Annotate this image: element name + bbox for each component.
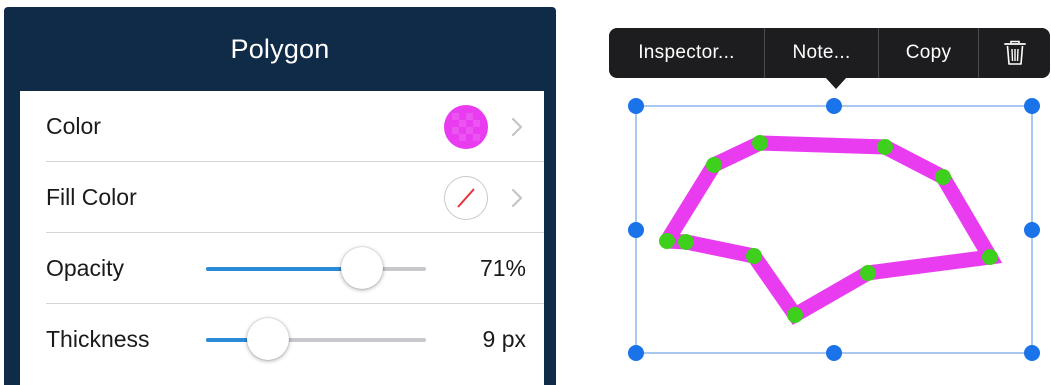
resize-handle-bottom-right[interactable] [1024, 345, 1040, 361]
vertex-handle[interactable] [860, 265, 876, 281]
delete-menu-item[interactable] [979, 28, 1050, 78]
vertex-handle[interactable] [787, 307, 803, 323]
resize-handle-top-right[interactable] [1024, 98, 1040, 114]
inspector-menu-item[interactable]: Inspector... [609, 28, 765, 78]
vertex-handle[interactable] [706, 157, 722, 173]
trash-icon [1003, 40, 1026, 65]
vertex-handle[interactable] [746, 248, 762, 264]
resize-handle-left[interactable] [628, 222, 644, 238]
vertex-handle[interactable] [982, 249, 998, 265]
vertex-handle[interactable] [752, 135, 768, 151]
resize-handle-top-left[interactable] [628, 98, 644, 114]
resize-handle-right[interactable] [1024, 222, 1040, 238]
note-menu-label: Note... [792, 42, 851, 63]
inspector-menu-label: Inspector... [638, 42, 735, 63]
context-menu: Inspector... Note... Copy [609, 28, 1050, 78]
vertex-handle[interactable] [659, 233, 675, 249]
resize-handle-bottom-left[interactable] [628, 345, 644, 361]
resize-handle-bottom[interactable] [826, 345, 842, 361]
vertex-handle[interactable] [877, 139, 893, 155]
resize-handle-top[interactable] [826, 98, 842, 114]
copy-menu-item[interactable]: Copy [879, 28, 979, 78]
copy-menu-label: Copy [905, 42, 952, 63]
vertex-handle[interactable] [935, 169, 951, 185]
vertex-handle[interactable] [678, 234, 694, 250]
context-menu-pointer [825, 77, 847, 89]
note-menu-item[interactable]: Note... [765, 28, 879, 78]
